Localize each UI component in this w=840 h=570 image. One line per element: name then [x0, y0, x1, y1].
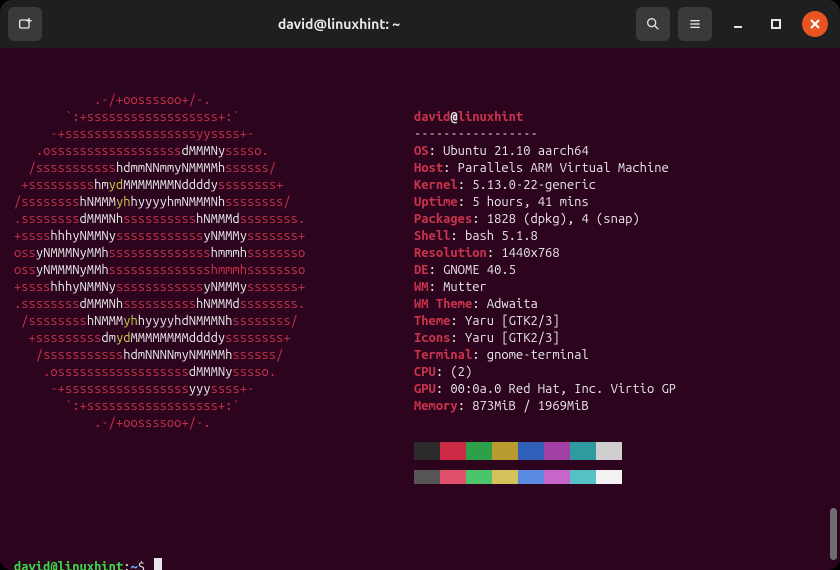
color-swatch — [492, 470, 518, 484]
maximize-icon — [770, 18, 782, 30]
prompt-sep2: $ — [138, 560, 153, 570]
hamburger-icon — [687, 16, 703, 32]
search-button[interactable] — [636, 7, 670, 41]
prompt-path: ~ — [130, 560, 137, 570]
info-line: CPU: (2) — [414, 364, 826, 381]
info-lines: OS: Ubuntu 21.10 aarch64Host: Parallels … — [414, 143, 826, 415]
color-swatch — [492, 442, 518, 460]
window-title: david@linuxhint: ~ — [50, 16, 628, 32]
color-swatches-row1 — [414, 442, 826, 460]
color-swatch — [544, 470, 570, 484]
color-swatch — [440, 442, 466, 460]
close-icon — [809, 18, 821, 30]
titlebar: david@linuxhint: ~ — [0, 0, 840, 48]
maximize-button[interactable] — [764, 12, 788, 36]
terminal-window: david@linuxhint: ~ — [0, 0, 840, 570]
color-swatch — [466, 470, 492, 484]
neofetch-output: .-/+oossssoo+/-. `:+ssssssssssssssssss+:… — [14, 92, 826, 518]
color-swatch — [518, 442, 544, 460]
new-tab-icon — [17, 16, 33, 32]
color-swatches-row2 — [414, 470, 826, 484]
scrollbar-thumb[interactable] — [830, 508, 837, 560]
info-line: Uptime: 5 hours, 41 mins — [414, 194, 826, 211]
close-button[interactable] — [802, 11, 828, 37]
window-controls — [726, 11, 828, 37]
color-swatch — [466, 442, 492, 460]
info-line: WM Theme: Adwaita — [414, 296, 826, 313]
color-swatch — [570, 442, 596, 460]
info-line: Shell: bash 5.1.8 — [414, 228, 826, 245]
info-line: GPU: 00:0a.0 Red Hat, Inc. Virtio GP — [414, 381, 826, 398]
search-icon — [645, 16, 661, 32]
info-line: Packages: 1828 (dpkg), 4 (snap) — [414, 211, 826, 228]
info-line: Resolution: 1440x768 — [414, 245, 826, 262]
info-line: Memory: 873MiB / 1969MiB — [414, 398, 826, 415]
system-info: david@linuxhint ----------------- OS: Ub… — [414, 92, 826, 518]
color-swatch — [440, 470, 466, 484]
nf-host: linuxhint — [458, 110, 524, 124]
terminal-body[interactable]: .-/+oossssoo+/-. `:+ssssssssssssssssss+:… — [0, 48, 840, 570]
color-swatch — [414, 442, 440, 460]
info-line: OS: Ubuntu 21.10 aarch64 — [414, 143, 826, 160]
minimize-button[interactable] — [726, 12, 750, 36]
info-line: Host: Parallels ARM Virtual Machine — [414, 160, 826, 177]
info-line: Kernel: 5.13.0-22-generic — [414, 177, 826, 194]
nf-dashline: ----------------- — [414, 127, 538, 141]
color-swatch — [544, 442, 570, 460]
info-line: WM: Mutter — [414, 279, 826, 296]
color-swatch — [518, 470, 544, 484]
nf-user: david — [414, 110, 450, 124]
color-swatch — [414, 470, 440, 484]
info-line: Theme: Yaru [GTK2/3] — [414, 313, 826, 330]
prompt-userhost: david@linuxhint — [14, 560, 123, 570]
info-line: DE: GNOME 40.5 — [414, 262, 826, 279]
new-tab-button[interactable] — [8, 7, 42, 41]
info-line: Terminal: gnome-terminal — [414, 347, 826, 364]
info-line: Icons: Yaru [GTK2/3] — [414, 330, 826, 347]
cursor — [154, 558, 162, 570]
minimize-icon — [732, 18, 744, 30]
shell-prompt: david@linuxhint:~$ — [14, 558, 826, 570]
nf-at: @ — [450, 110, 457, 124]
color-swatch — [570, 470, 596, 484]
ascii-logo: .-/+oossssoo+/-. `:+ssssssssssssssssss+:… — [14, 92, 414, 518]
hamburger-menu-button[interactable] — [678, 7, 712, 41]
color-swatch — [596, 442, 622, 460]
color-swatch — [596, 470, 622, 484]
